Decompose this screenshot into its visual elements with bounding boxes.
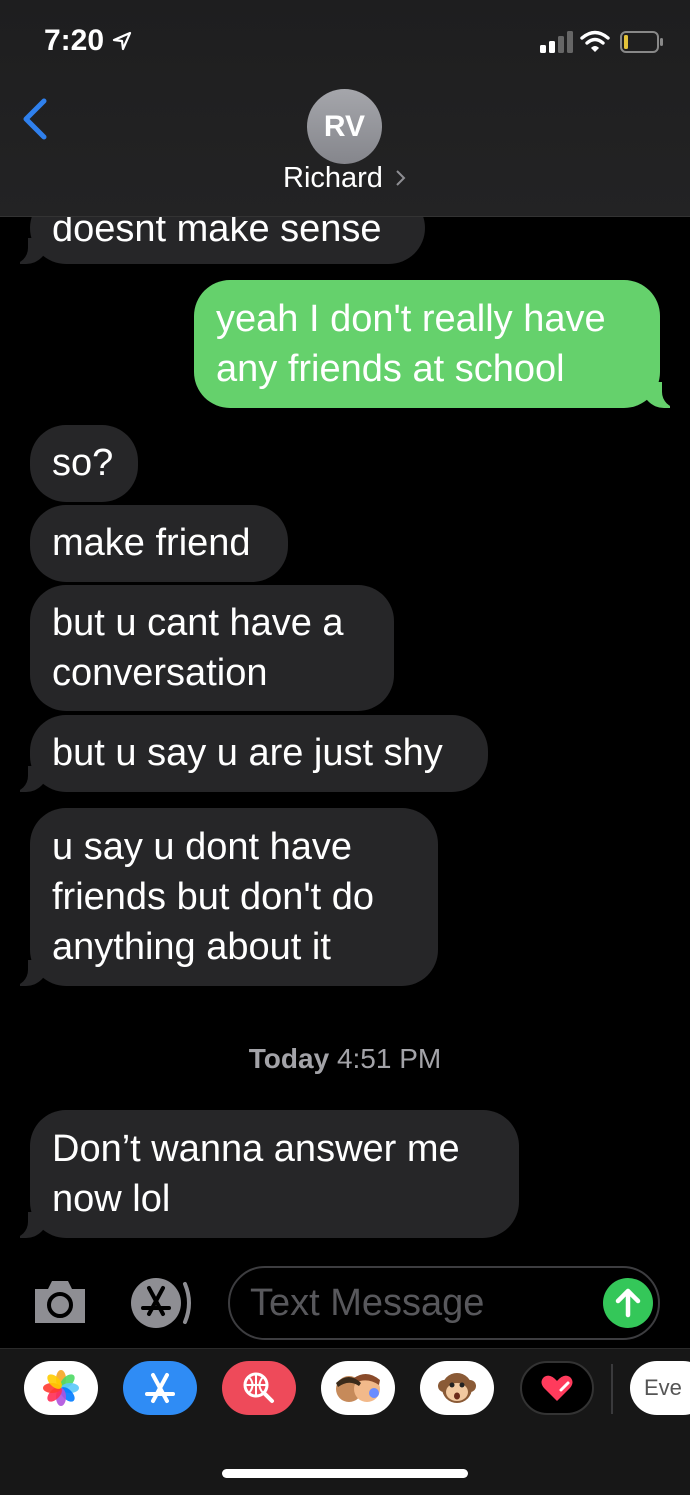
message-text-line: anything about it — [52, 926, 331, 968]
message-input-placeholder[interactable]: Text Message — [250, 1282, 484, 1325]
timestamp-day: Today — [248, 1043, 330, 1074]
received-message[interactable]: so? — [30, 425, 138, 502]
message-text: so? — [52, 442, 114, 484]
message-text-line: u say u dont have — [52, 826, 352, 868]
message-text-line: any friends at school — [216, 348, 565, 390]
back-chevron-icon[interactable] — [20, 97, 50, 141]
chevron-right-icon — [396, 170, 406, 186]
more-app[interactable]: Eve — [630, 1361, 690, 1415]
heart-icon — [541, 1375, 573, 1401]
more-app-label: Eve — [644, 1375, 682, 1400]
app-store-logo-icon — [145, 1373, 175, 1403]
app-store-app[interactable] — [123, 1361, 197, 1415]
received-message[interactable]: but u cant have a conversation — [30, 585, 394, 711]
received-message[interactable]: make friend — [30, 505, 288, 582]
memoji-icon — [336, 1373, 380, 1402]
bubble-tail — [8, 238, 48, 264]
globe-search-icon — [243, 1372, 274, 1403]
memoji-app[interactable] — [321, 1361, 395, 1415]
bubble-tail — [642, 382, 682, 408]
message-text-line: Don’t wanna answer me — [52, 1128, 460, 1170]
contact-avatar[interactable]: RV — [307, 89, 382, 164]
timestamp-time: 4:51 PM — [336, 1043, 442, 1074]
message-text-line: yeah I don't really have — [216, 298, 606, 340]
bubble-tail — [8, 960, 48, 986]
message-text-line: conversation — [52, 652, 268, 694]
location-arrow-icon — [113, 31, 132, 51]
sent-message[interactable]: yeah I don't really have any friends at … — [194, 280, 660, 408]
arrow-up-icon — [615, 1288, 641, 1318]
signal-icon — [540, 31, 573, 53]
contact-name-text: Richard — [283, 162, 383, 194]
conversation-header: 7:20 RV Richard — [0, 0, 690, 217]
battery-icon — [620, 31, 663, 53]
message-text-line: friends but don't do — [52, 876, 375, 918]
message-text-line: but u cant have a — [52, 602, 344, 644]
message-text: but u say u are just shy — [52, 732, 443, 774]
wifi-icon — [580, 30, 610, 52]
received-message[interactable]: Don’t wanna answer me now lol — [30, 1110, 519, 1238]
contact-name[interactable]: Richard — [0, 162, 690, 195]
home-indicator[interactable] — [222, 1469, 468, 1478]
received-message[interactable]: but u say u are just shy — [30, 715, 488, 792]
bubble-tail — [8, 766, 48, 792]
photos-icon — [43, 1370, 79, 1406]
photos-app[interactable] — [24, 1361, 98, 1415]
camera-icon[interactable] — [31, 1277, 89, 1327]
monkey-icon — [438, 1373, 476, 1403]
avatar-initials: RV — [323, 110, 366, 143]
animoji-app[interactable] — [420, 1361, 494, 1415]
message-text: make friend — [52, 522, 251, 564]
received-message[interactable]: u say u dont have friends but don't do a… — [30, 808, 438, 986]
message-text-line: now lol — [52, 1178, 171, 1220]
send-button[interactable] — [603, 1278, 653, 1328]
status-time: 7:20 — [44, 24, 132, 58]
status-time-text: 7:20 — [44, 24, 105, 57]
web-images-app[interactable] — [222, 1361, 296, 1415]
bubble-tail — [8, 1212, 48, 1238]
app-store-icon[interactable] — [127, 1276, 197, 1330]
timestamp: Today 4:51 PM — [0, 1043, 690, 1075]
digital-touch-app[interactable] — [520, 1361, 594, 1415]
app-drawer-divider — [611, 1364, 613, 1414]
